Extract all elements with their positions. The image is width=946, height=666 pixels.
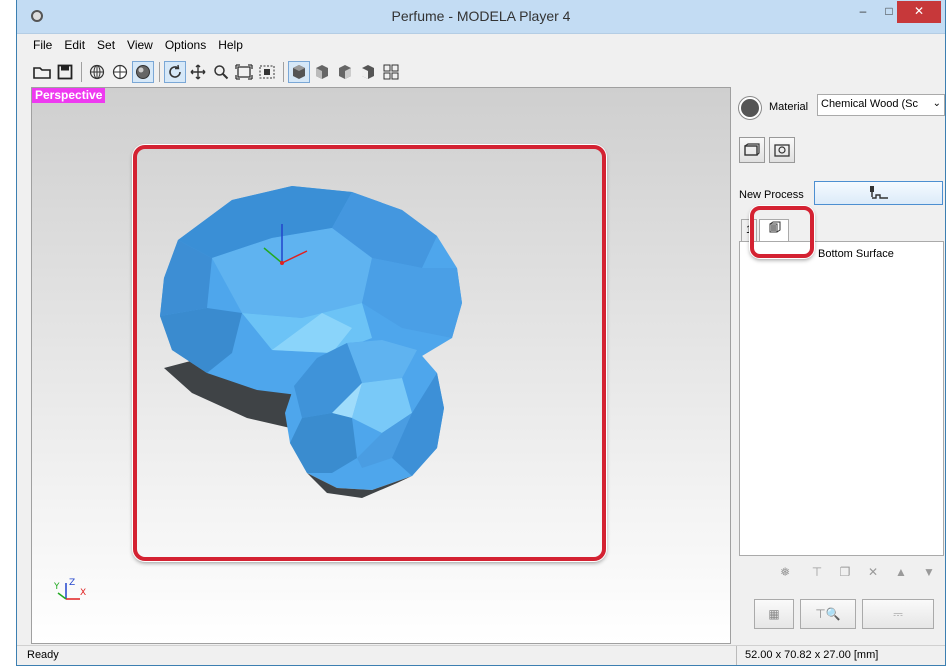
model-size-button[interactable] — [739, 137, 765, 163]
toolbar — [31, 57, 403, 87]
rotate-icon[interactable] — [164, 61, 186, 83]
material-select[interactable]: Chemical Wood (Sc ⌄ — [817, 94, 945, 116]
material-value: Chemical Wood (Sc — [821, 98, 918, 110]
chevron-down-icon: ⌄ — [932, 98, 941, 109]
process-toolbar: ❅ ⊤ ❐ ✕ ▲ ▼ — [739, 561, 944, 587]
new-process-button[interactable] — [814, 181, 943, 205]
view-left-icon[interactable] — [357, 61, 379, 83]
pan-icon[interactable] — [187, 61, 209, 83]
delete-icon[interactable]: ✕ — [862, 561, 884, 583]
model-dimensions: 52.00 x 70.82 x 27.00 [mm] — [736, 646, 884, 665]
toolbar-separator — [81, 62, 82, 82]
view-front-icon[interactable] — [311, 61, 333, 83]
menu-options[interactable]: Options — [159, 36, 212, 56]
app-window: Perfume - MODELA Player 4 – □ ✕ File Edi… — [16, 0, 946, 666]
menu-file[interactable]: File — [17, 36, 58, 56]
3d-viewport[interactable]: Perspective Z X Y — [31, 87, 731, 644]
menu-help[interactable]: Help — [212, 36, 249, 56]
menu-edit[interactable]: Edit — [58, 36, 91, 56]
move-up-icon[interactable]: ▲ — [890, 561, 912, 583]
preview-button[interactable]: ▦ — [754, 599, 794, 629]
status-text: Ready — [27, 649, 59, 661]
menu-bar: File Edit Set View Options Help — [17, 36, 945, 56]
maximize-button[interactable]: □ — [879, 1, 899, 23]
copy-icon[interactable]: ❐ — [834, 561, 856, 583]
model-size-icon — [744, 143, 760, 156]
close-button[interactable]: ✕ — [897, 1, 941, 23]
wireframe-icon[interactable] — [86, 61, 108, 83]
toolbar-separator — [283, 62, 284, 82]
hidden-line-icon[interactable] — [109, 61, 131, 83]
open-folder-icon[interactable] — [31, 61, 53, 83]
model-origin-button[interactable] — [769, 137, 795, 163]
save-icon[interactable] — [54, 61, 76, 83]
view-right-icon[interactable] — [334, 61, 356, 83]
toolbar-separator — [159, 62, 160, 82]
zoom-icon[interactable] — [210, 61, 232, 83]
material-label: Material — [769, 101, 809, 113]
process-list[interactable]: Bottom Surface — [739, 241, 944, 556]
material-icon[interactable] — [739, 97, 761, 119]
view-iso-icon[interactable] — [288, 61, 310, 83]
window-title: Perfume - MODELA Player 4 — [391, 8, 571, 24]
new-process-label: New Process — [739, 189, 804, 201]
axis-y-label: Y — [53, 582, 60, 592]
menu-view[interactable]: View — [121, 36, 159, 56]
status-bar: Ready 52.00 x 70.82 x 27.00 [mm] — [17, 645, 945, 665]
axis-z-label: Z — [69, 578, 75, 588]
process-panel: Material Chemical Wood (Sc ⌄ New Process… — [736, 87, 946, 644]
minimize-button[interactable]: – — [853, 1, 873, 23]
new-process-icon — [869, 186, 888, 199]
axis-triad-icon: Z X Y — [53, 578, 86, 600]
zoom-region-icon[interactable] — [256, 61, 278, 83]
highlight-frame-tab — [750, 206, 814, 258]
preview-cut-button[interactable]: ⊤🔍 — [800, 599, 856, 629]
shaded-icon[interactable] — [132, 61, 154, 83]
edit-process-icon[interactable]: ⊤ — [806, 561, 828, 583]
fit-view-icon[interactable] — [233, 61, 255, 83]
menu-set[interactable]: Set — [91, 36, 121, 56]
title-bar: Perfume - MODELA Player 4 – □ ✕ — [17, 0, 945, 34]
cutting-path-icon[interactable]: ❅ — [770, 561, 800, 583]
axis-x-label: X — [80, 588, 86, 598]
process-item-bottom-surface[interactable]: Bottom Surface — [818, 248, 894, 260]
four-views-icon[interactable] — [380, 61, 402, 83]
highlight-frame-viewport — [133, 145, 606, 561]
cut-button[interactable]: ⎓ — [862, 599, 934, 629]
model-origin-icon — [774, 144, 790, 157]
move-down-icon[interactable]: ▼ — [918, 561, 940, 583]
view-mode-label: Perspective — [32, 88, 106, 103]
